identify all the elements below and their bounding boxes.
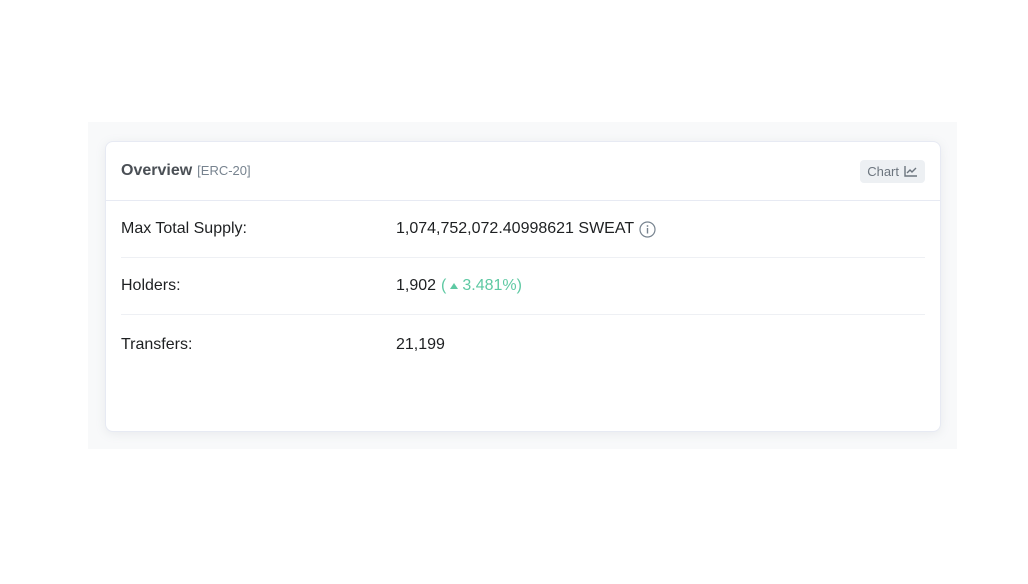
- card-title: Overview: [121, 162, 193, 179]
- max-total-supply-value: 1,074,752,072.40998621 SWEAT: [396, 220, 635, 237]
- card-header: Overview [ERC-20] Chart: [106, 142, 940, 201]
- row-label: Max Total Supply:: [121, 220, 247, 237]
- chart-button[interactable]: Chart: [860, 159, 925, 183]
- line-chart-icon: [904, 165, 918, 177]
- row-max-total-supply: Max Total Supply: 1,074,752,072.40998621…: [121, 201, 925, 258]
- row-value: 1,074,752,072.40998621 SWEAT: [396, 220, 656, 238]
- transfers-value: 21,199: [396, 336, 445, 353]
- row-label: Transfers:: [121, 336, 193, 353]
- change-open-paren: (: [441, 277, 447, 294]
- title-group: Overview [ERC-20]: [121, 162, 251, 180]
- holders-change-value: 3.481%): [462, 277, 522, 294]
- holders-change: ( 3.481%): [441, 277, 522, 295]
- overview-card: Overview [ERC-20] Chart Max Total Supply…: [105, 141, 941, 432]
- token-standard: [ERC-20]: [197, 163, 251, 178]
- overview-rows: Max Total Supply: 1,074,752,072.40998621…: [106, 201, 940, 375]
- info-icon[interactable]: [639, 220, 656, 238]
- holders-value: 1,902: [396, 277, 437, 294]
- row-transfers: Transfers: 21,199: [121, 315, 925, 375]
- row-value: 21,199: [396, 336, 445, 354]
- row-value: 1,902 ( 3.481%): [396, 277, 522, 295]
- chart-button-label: Chart: [867, 163, 899, 179]
- row-label: Holders:: [121, 277, 181, 294]
- row-holders: Holders: 1,902 ( 3.481%): [121, 258, 925, 315]
- triangle-up-icon: [449, 277, 459, 295]
